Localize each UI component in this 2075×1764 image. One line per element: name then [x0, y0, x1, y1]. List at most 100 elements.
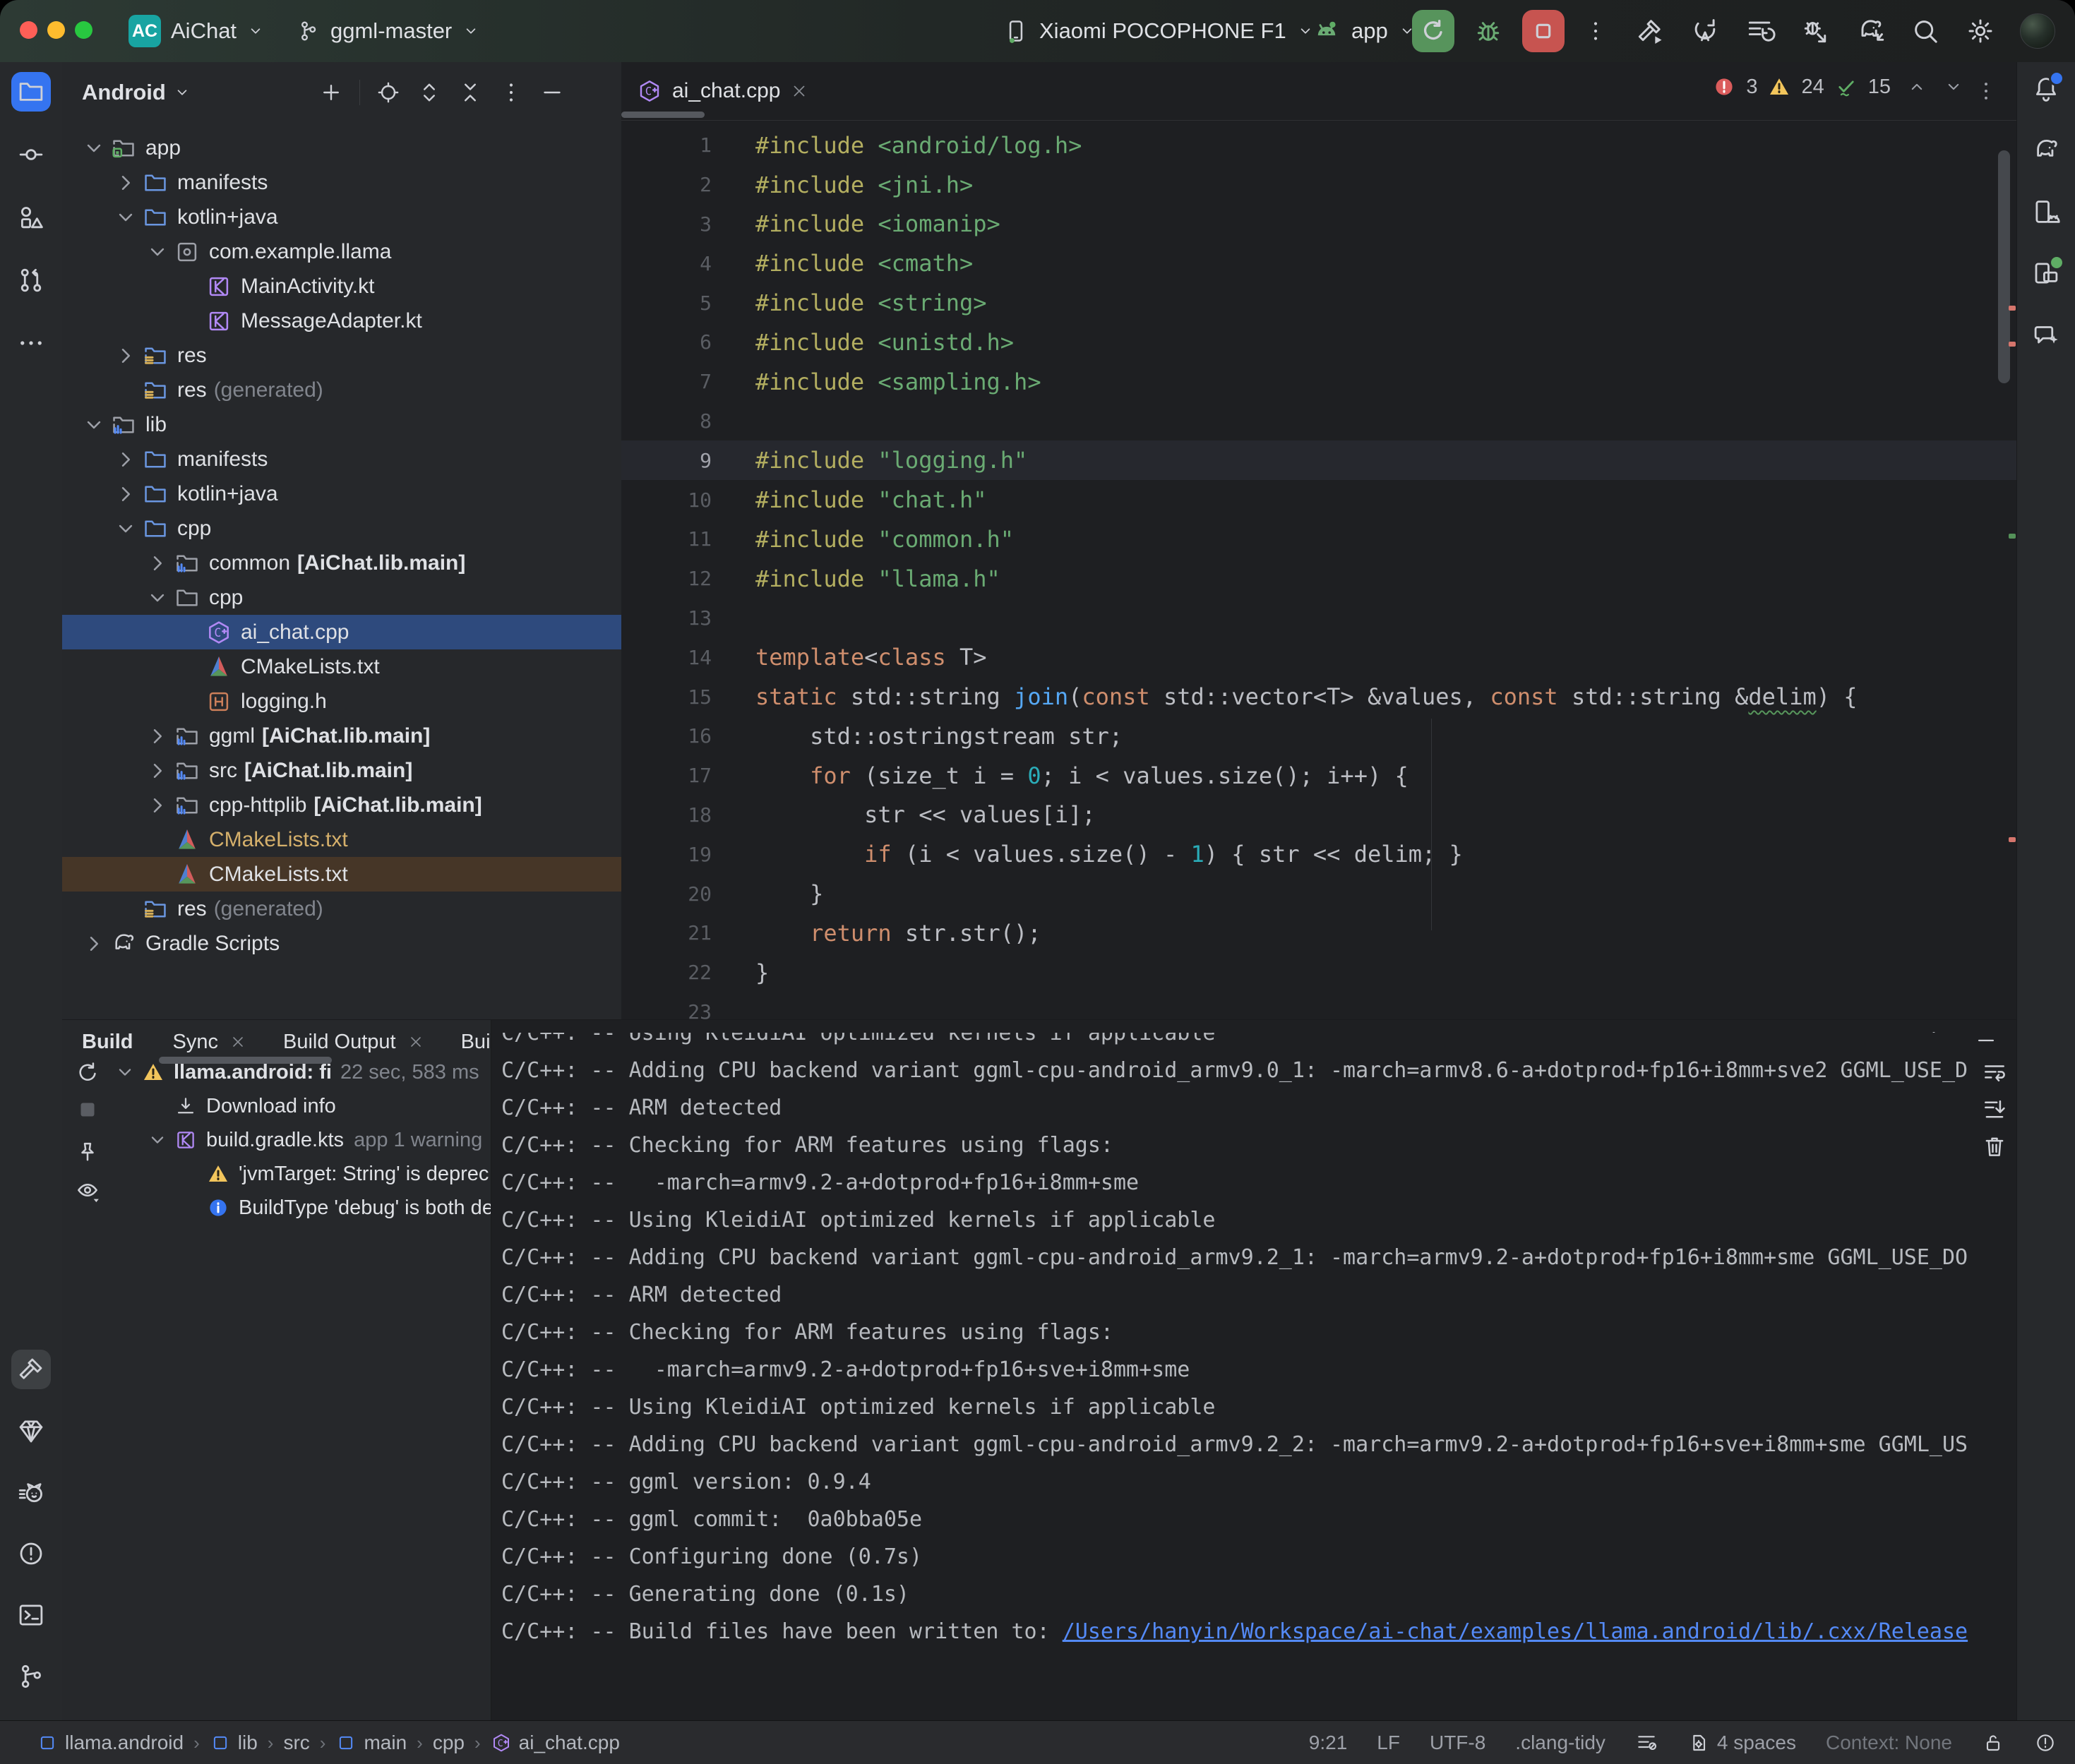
- tree-item-cpp[interactable]: cpp: [62, 511, 621, 546]
- tool-stripe-button-notifications[interactable]: [2026, 69, 2066, 109]
- tree-item-cmakelists-txt[interactable]: CMakeLists.txt: [62, 822, 621, 857]
- code-line-2[interactable]: 2#include <jni.h>: [621, 165, 2016, 205]
- tool-stripe-button-running-devices[interactable]: [2026, 253, 2066, 293]
- breadcrumb-llama-android[interactable]: llama.android: [37, 1732, 184, 1754]
- tree-item-ai-chat-cpp[interactable]: Cai_chat.cpp: [62, 615, 621, 649]
- code-line-17[interactable]: 17 for (size_t i = 0; i < values.size();…: [621, 756, 2016, 796]
- build-console[interactable]: C/C++: -- Using KleidiAI optimized kerne…: [491, 1033, 1974, 1677]
- project-widget[interactable]: AC AiChat: [128, 0, 265, 62]
- breadcrumb-main[interactable]: main: [335, 1732, 407, 1754]
- code-line-22[interactable]: 22}: [621, 953, 2016, 992]
- code-line-13[interactable]: 13: [621, 599, 2016, 638]
- close-tab-icon[interactable]: [229, 1033, 246, 1050]
- statusbar-indent-size[interactable]: 4 spaces: [1687, 1732, 1796, 1754]
- code-line-10[interactable]: 10#include "chat.h": [621, 480, 2016, 520]
- tree-item-com-example-llama[interactable]: com.example.llama: [62, 234, 621, 269]
- code-line-8[interactable]: 8: [621, 402, 2016, 441]
- tool-stripe-button-resource-manager[interactable]: [11, 198, 51, 237]
- run-configuration[interactable]: app: [1312, 0, 1416, 62]
- next-problem-icon[interactable]: [1943, 76, 1964, 97]
- code-area[interactable]: 1#include <android/log.h>2#include <jni.…: [621, 120, 2016, 1019]
- tree-chevron-icon[interactable]: [80, 135, 107, 162]
- tree-chevron-icon[interactable]: [144, 584, 171, 611]
- tool-stripe-button-gradle[interactable]: [2026, 131, 2066, 170]
- tree-item-gradle-scripts[interactable]: Gradle Scripts: [62, 926, 621, 961]
- tree-item-cmakelists-txt[interactable]: CMakeLists.txt: [62, 857, 621, 892]
- code-line-19[interactable]: 19 if (i < values.size() - 1) { str << d…: [621, 834, 2016, 874]
- code-line-5[interactable]: 5#include <string>: [621, 283, 2016, 323]
- breadcrumb-ai-chat-cpp[interactable]: Cai_chat.cpp: [491, 1732, 620, 1754]
- vcs-stripe-mark[interactable]: [2009, 534, 2016, 539]
- vcs-branch-widget[interactable]: ggml-master: [295, 0, 480, 62]
- minus-icon[interactable]: [539, 80, 565, 105]
- hide-build-panel-icon[interactable]: [1974, 1028, 1998, 1052]
- soft-wrap-icon[interactable]: [1981, 1060, 2008, 1086]
- tool-stripe-button-commit[interactable]: [11, 135, 51, 174]
- breadcrumb-lib[interactable]: lib: [210, 1732, 258, 1754]
- tool-stripe-button-device-manager[interactable]: [2026, 192, 2066, 232]
- tree-item-mainactivity-kt[interactable]: MainActivity.kt: [62, 269, 621, 304]
- code-line-6[interactable]: 6#include <unistd.h>: [621, 323, 2016, 362]
- tree-chevron-icon[interactable]: [144, 792, 171, 819]
- tree-item-app[interactable]: app: [62, 131, 621, 165]
- close-window-button[interactable]: [20, 21, 37, 39]
- tool-stripe-button-project[interactable]: [11, 72, 51, 112]
- tree-item-manifests[interactable]: manifests: [62, 165, 621, 200]
- tree-item-messageadapter-kt[interactable]: MessageAdapter.kt: [62, 304, 621, 338]
- code-line-11[interactable]: 11#include "common.h": [621, 520, 2016, 559]
- error-stripe-mark[interactable]: [2009, 306, 2016, 311]
- stop-gray-icon[interactable]: [74, 1096, 101, 1123]
- build-tree-item--jvmtarget-string-is-deprec[interactable]: 'jvmTarget: String' is deprec: [107, 1157, 491, 1191]
- eye-icon[interactable]: [74, 1177, 101, 1204]
- tool-stripe-button-gemini-chat[interactable]: [2026, 315, 2066, 354]
- tree-chevron-icon[interactable]: [80, 412, 107, 438]
- more-run-actions-button[interactable]: [1583, 18, 1608, 44]
- scroll-end-icon[interactable]: [1981, 1096, 2008, 1123]
- avatar[interactable]: [2020, 13, 2055, 49]
- tree-chevron-icon[interactable]: [112, 169, 139, 196]
- pin-icon[interactable]: [74, 1139, 101, 1165]
- build-tree-item-download-info[interactable]: Download info: [107, 1089, 491, 1123]
- debug-button[interactable]: [1473, 16, 1504, 47]
- close-tab-icon[interactable]: [407, 1033, 424, 1050]
- tree-item-res[interactable]: res(generated): [62, 373, 621, 407]
- tree-chevron-icon[interactable]: [144, 550, 171, 577]
- tool-stripe-button-app-quality-insights[interactable]: [11, 1411, 51, 1451]
- tree-chevron-icon[interactable]: [112, 342, 139, 369]
- tree-item-kotlin-java[interactable]: kotlin+java: [62, 200, 621, 234]
- tree-chevron-icon[interactable]: [144, 239, 171, 265]
- code-line-12[interactable]: 12#include "llama.h": [621, 559, 2016, 599]
- tree-item-cpp[interactable]: cpp: [62, 580, 621, 615]
- tree-chevron-icon[interactable]: [113, 1060, 137, 1084]
- code-line-16[interactable]: 16 std::ostringstream str;: [621, 716, 2016, 756]
- statusbar-file-encoding[interactable]: UTF-8: [1430, 1732, 1485, 1754]
- tree-chevron-icon[interactable]: [112, 204, 139, 231]
- statusbar-context[interactable]: Context: None: [1826, 1732, 1952, 1754]
- code-line-20[interactable]: 20 }: [621, 874, 2016, 913]
- tree-chevron-icon[interactable]: [145, 1128, 169, 1152]
- search-icon[interactable]: [1910, 16, 1941, 47]
- rerun-app-button[interactable]: [1412, 10, 1454, 52]
- tool-stripe-button-more-tool-windows[interactable]: [11, 323, 51, 363]
- inspections-widget[interactable]: 3 24 15: [1712, 75, 1964, 99]
- tree-item-ggml[interactable]: ggml[AiChat.lib.main]: [62, 719, 621, 753]
- build-tree-item-llama-android-fi[interactable]: llama.android: fi22 sec, 583 ms: [107, 1055, 491, 1089]
- tool-stripe-button-terminal[interactable]: [11, 1595, 51, 1635]
- build-tree-item-buildtype-debug-is-both-de[interactable]: BuildType 'debug' is both de: [107, 1191, 491, 1225]
- minimize-window-button[interactable]: [47, 21, 65, 39]
- attach-debugger-icon[interactable]: [1800, 16, 1831, 47]
- tool-stripe-button-version-control[interactable]: [11, 1657, 51, 1696]
- tab-scrollbar-thumb[interactable]: [621, 112, 705, 118]
- tree-chevron-icon[interactable]: [112, 515, 139, 542]
- tree-item-manifests[interactable]: manifests: [62, 442, 621, 476]
- error-stripe-mark[interactable]: [2009, 837, 2016, 842]
- tree-item-src[interactable]: src[AiChat.lib.main]: [62, 753, 621, 788]
- zoom-window-button[interactable]: [75, 21, 92, 39]
- statusbar-inspection-highlight-level[interactable]: [2034, 1732, 2057, 1754]
- sync-gradle-icon[interactable]: [1855, 16, 1886, 47]
- refresh-icon[interactable]: [74, 1060, 101, 1086]
- close-tab-icon[interactable]: [790, 82, 808, 100]
- code-line-21[interactable]: 21 return str.str();: [621, 913, 2016, 953]
- code-line-3[interactable]: 3#include <iomanip>: [621, 205, 2016, 244]
- locate-icon[interactable]: [376, 80, 401, 105]
